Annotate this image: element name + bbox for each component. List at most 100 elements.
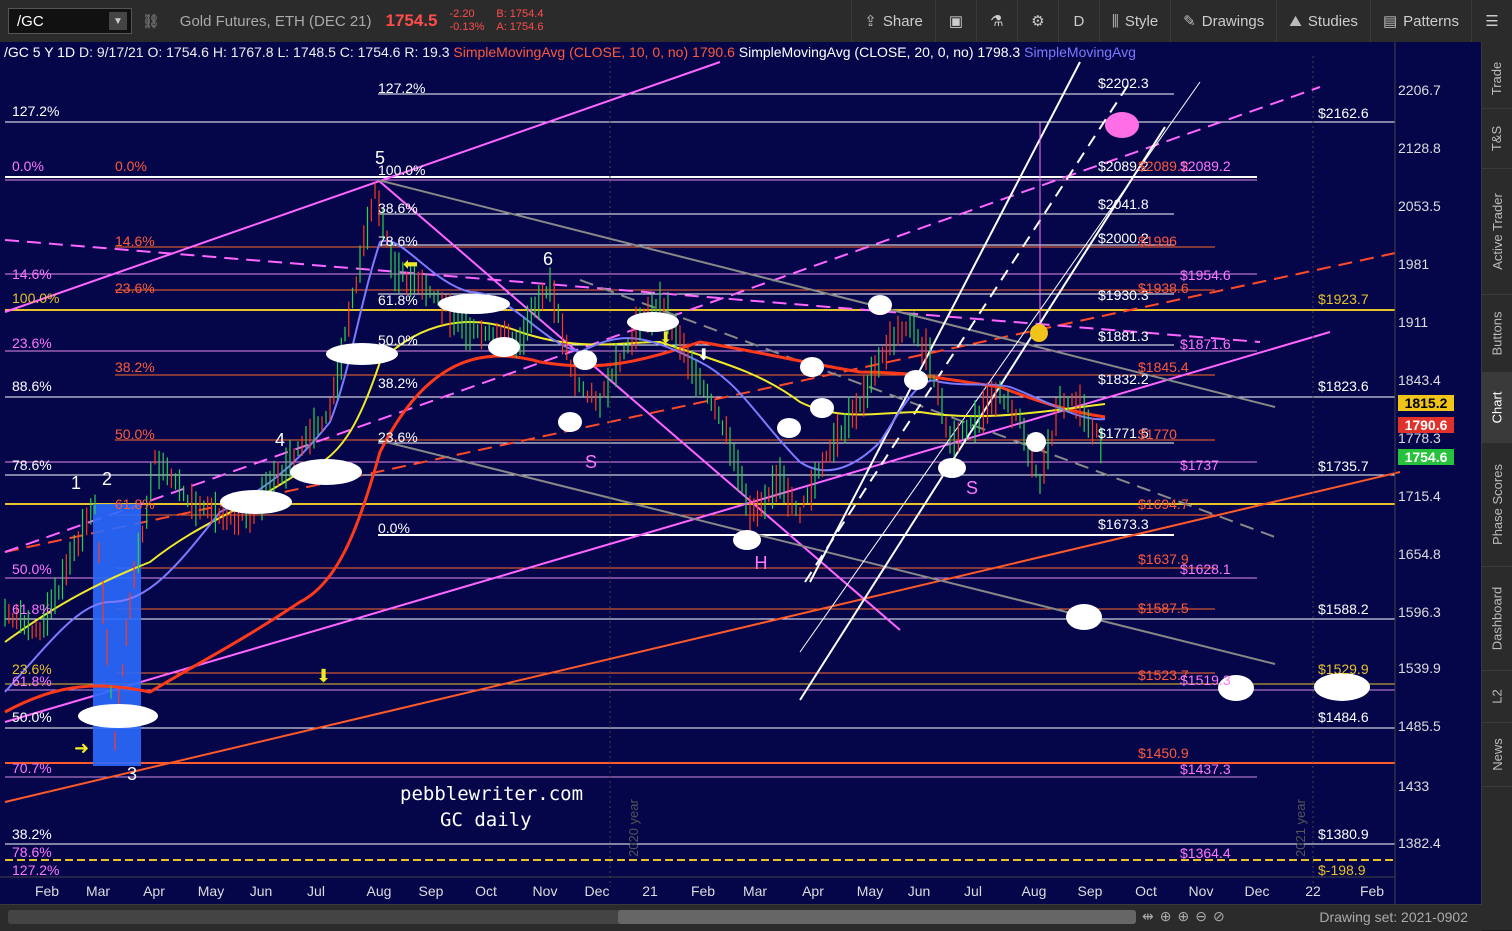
share-icon: ⇪ — [864, 13, 877, 30]
pan-icon[interactable]: ⇹ — [1142, 908, 1160, 924]
link-icon[interactable]: ⛓ — [142, 13, 160, 30]
header-open: O: 1754.6 — [147, 44, 209, 60]
time-axis-label: Jul — [307, 883, 325, 899]
tab-label: Buttons — [1489, 310, 1505, 356]
style-label: Style — [1124, 12, 1159, 30]
zoom-controls[interactable]: ⇹⊕⊕⊖⊘ — [1142, 908, 1231, 925]
level-price-label: $1735.7 — [1318, 458, 1369, 474]
header-sma20-value: 1798.3 — [977, 44, 1021, 60]
pivot-marker[interactable] — [938, 458, 966, 478]
pivot-marker[interactable] — [573, 350, 597, 370]
price-axis-label: 1715.4 — [1398, 488, 1441, 504]
pivot-marker[interactable] — [488, 337, 520, 357]
bottom-toolbar: ⇹⊕⊕⊖⊘ Drawing set: 2021-0902 — [0, 904, 1482, 931]
trendline-dashed[interactable] — [4, 251, 1401, 553]
tab-buttons[interactable]: Buttons — [1482, 294, 1512, 373]
price-axis-label: 1382.4 — [1398, 835, 1441, 851]
fib-price-label-red: $1770 — [1138, 426, 1177, 442]
scrollbar-thumb[interactable] — [618, 910, 1136, 924]
price-chart-svg[interactable]: ➜ ⬇ ⬇ ⬅ ⬇ 2206.7 2128.8 2053.5 1981 1911 1843… — [0, 42, 1482, 904]
patterns-label: Patterns — [1403, 12, 1459, 30]
fib-price-label-pink: $1737 — [1180, 457, 1219, 473]
fib-price-label-red: $1996 — [1138, 233, 1177, 249]
grid-button[interactable]: ▣ — [934, 0, 976, 42]
time-axis-label: Feb — [35, 883, 59, 899]
fib-price-label-red: $1694.7 — [1138, 496, 1189, 512]
tab-dashboard[interactable]: Dashboard — [1482, 566, 1512, 671]
time-axis-label: Oct — [475, 883, 497, 899]
pivot-marker[interactable] — [777, 418, 801, 438]
studies-button[interactable]: ⛰ Studies — [1276, 0, 1370, 42]
header-sma20[interactable]: SimpleMovingAvg (CLOSE, 20, 0, no) — [739, 44, 974, 60]
time-axis-label: Nov — [533, 883, 558, 899]
zoom-reset-icon[interactable]: ⊘ — [1213, 908, 1231, 924]
flask-icon: ⚗ — [990, 13, 1004, 30]
time-axis-label: Feb — [691, 883, 715, 899]
right-sidebar: Trade T&S Active Trader Buttons Chart Ph… — [1481, 42, 1512, 930]
time-axis-label: Feb — [1360, 883, 1384, 899]
share-button[interactable]: ⇪ Share — [851, 0, 935, 42]
fib-percent-label: 100.0% — [378, 162, 425, 178]
chart-canvas[interactable]: ➜ ⬇ ⬇ ⬅ ⬇ 2206.7 2128.8 2053.5 1981 1911 1843… — [0, 42, 1482, 930]
time-axis-label: Oct — [1135, 883, 1157, 899]
pivot-marker[interactable] — [220, 490, 292, 514]
tab-chart[interactable]: Chart — [1482, 372, 1512, 443]
pivot-marker[interactable] — [78, 704, 158, 728]
time-axis-label: 22 — [1305, 883, 1321, 899]
symbol-text: /GC — [17, 12, 44, 30]
drawings-button[interactable]: ✎ Drawings — [1170, 0, 1276, 42]
tab-label: Trade — [1489, 61, 1505, 95]
pivot-marker[interactable] — [1066, 604, 1102, 630]
fib-percent-label: 78.6% — [12, 844, 52, 860]
chevron-down-icon[interactable]: ▼ — [109, 12, 127, 30]
fib-price-label: $2202.3 — [1098, 75, 1149, 91]
symbol-selector[interactable]: /GC ▼ — [8, 8, 132, 34]
style-button[interactable]: ⫼ Style — [1098, 0, 1170, 42]
tab-trade[interactable]: Trade — [1482, 48, 1512, 109]
zoom-out-icon[interactable]: ⊖ — [1195, 908, 1213, 924]
header-close: C: 1754.6 — [339, 44, 401, 60]
pivot-marker[interactable] — [1314, 673, 1370, 701]
pivot-marker[interactable] — [904, 370, 928, 390]
price-axis-label: 1539.9 — [1398, 660, 1441, 676]
level-price-label: $1484.6 — [1318, 709, 1369, 725]
target-marker[interactable] — [1105, 112, 1139, 138]
pivot-marker[interactable] — [800, 357, 824, 377]
settings-button[interactable]: ⚙ — [1016, 0, 1058, 42]
menu-button[interactable]: ☰ — [1471, 0, 1512, 42]
target-marker[interactable] — [1030, 324, 1048, 342]
crosshair-icon[interactable]: ⊕ — [1160, 908, 1178, 924]
tab-l2[interactable]: L2 — [1482, 670, 1512, 723]
tab-news[interactable]: News — [1482, 722, 1512, 787]
channel-line[interactable] — [804, 81, 1131, 583]
last-price: 1754.5 — [385, 11, 438, 30]
header-sma10[interactable]: SimpleMovingAvg (CLOSE, 10, 0, no) — [453, 44, 688, 60]
pivot-marker[interactable] — [438, 294, 510, 314]
pivot-marker[interactable] — [733, 530, 761, 550]
pivot-marker[interactable] — [627, 312, 679, 332]
tab-time-sales[interactable]: T&S — [1482, 108, 1512, 169]
time-scrollbar[interactable] — [8, 910, 1136, 924]
drawing-set-label[interactable]: Drawing set: 2021-0902 — [1319, 909, 1468, 925]
tab-label: Chart — [1489, 391, 1505, 423]
patterns-button[interactable]: ▤ Patterns — [1369, 0, 1471, 42]
tab-active-trader[interactable]: Active Trader — [1482, 168, 1512, 295]
zoom-in-icon[interactable]: ⊕ — [1177, 908, 1195, 924]
flask-button[interactable]: ⚗ — [975, 0, 1017, 42]
pivot-marker[interactable] — [1026, 432, 1046, 452]
aggregation-button[interactable]: D — [1057, 0, 1099, 42]
watermark-url: pebblewriter.com — [400, 783, 583, 805]
header-sma-other[interactable]: SimpleMovingAvg — [1024, 44, 1136, 60]
time-axis-label: Aug — [1022, 883, 1047, 899]
pivot-marker[interactable] — [810, 398, 834, 418]
time-axis-label: Sep — [419, 883, 444, 899]
tab-phase-scores[interactable]: Phase Scores — [1482, 442, 1512, 567]
fib-percent-label: 61.8% — [12, 601, 52, 617]
pivot-marker[interactable] — [868, 295, 892, 315]
pivot-marker[interactable] — [290, 459, 362, 485]
price-candles-up[interactable] — [4, 206, 1102, 699]
arrow-down-icon: ⬇ — [697, 347, 710, 364]
pivot-marker[interactable] — [558, 412, 582, 432]
hamburger-icon: ☰ — [1485, 13, 1499, 30]
wave-label: S — [966, 478, 978, 498]
